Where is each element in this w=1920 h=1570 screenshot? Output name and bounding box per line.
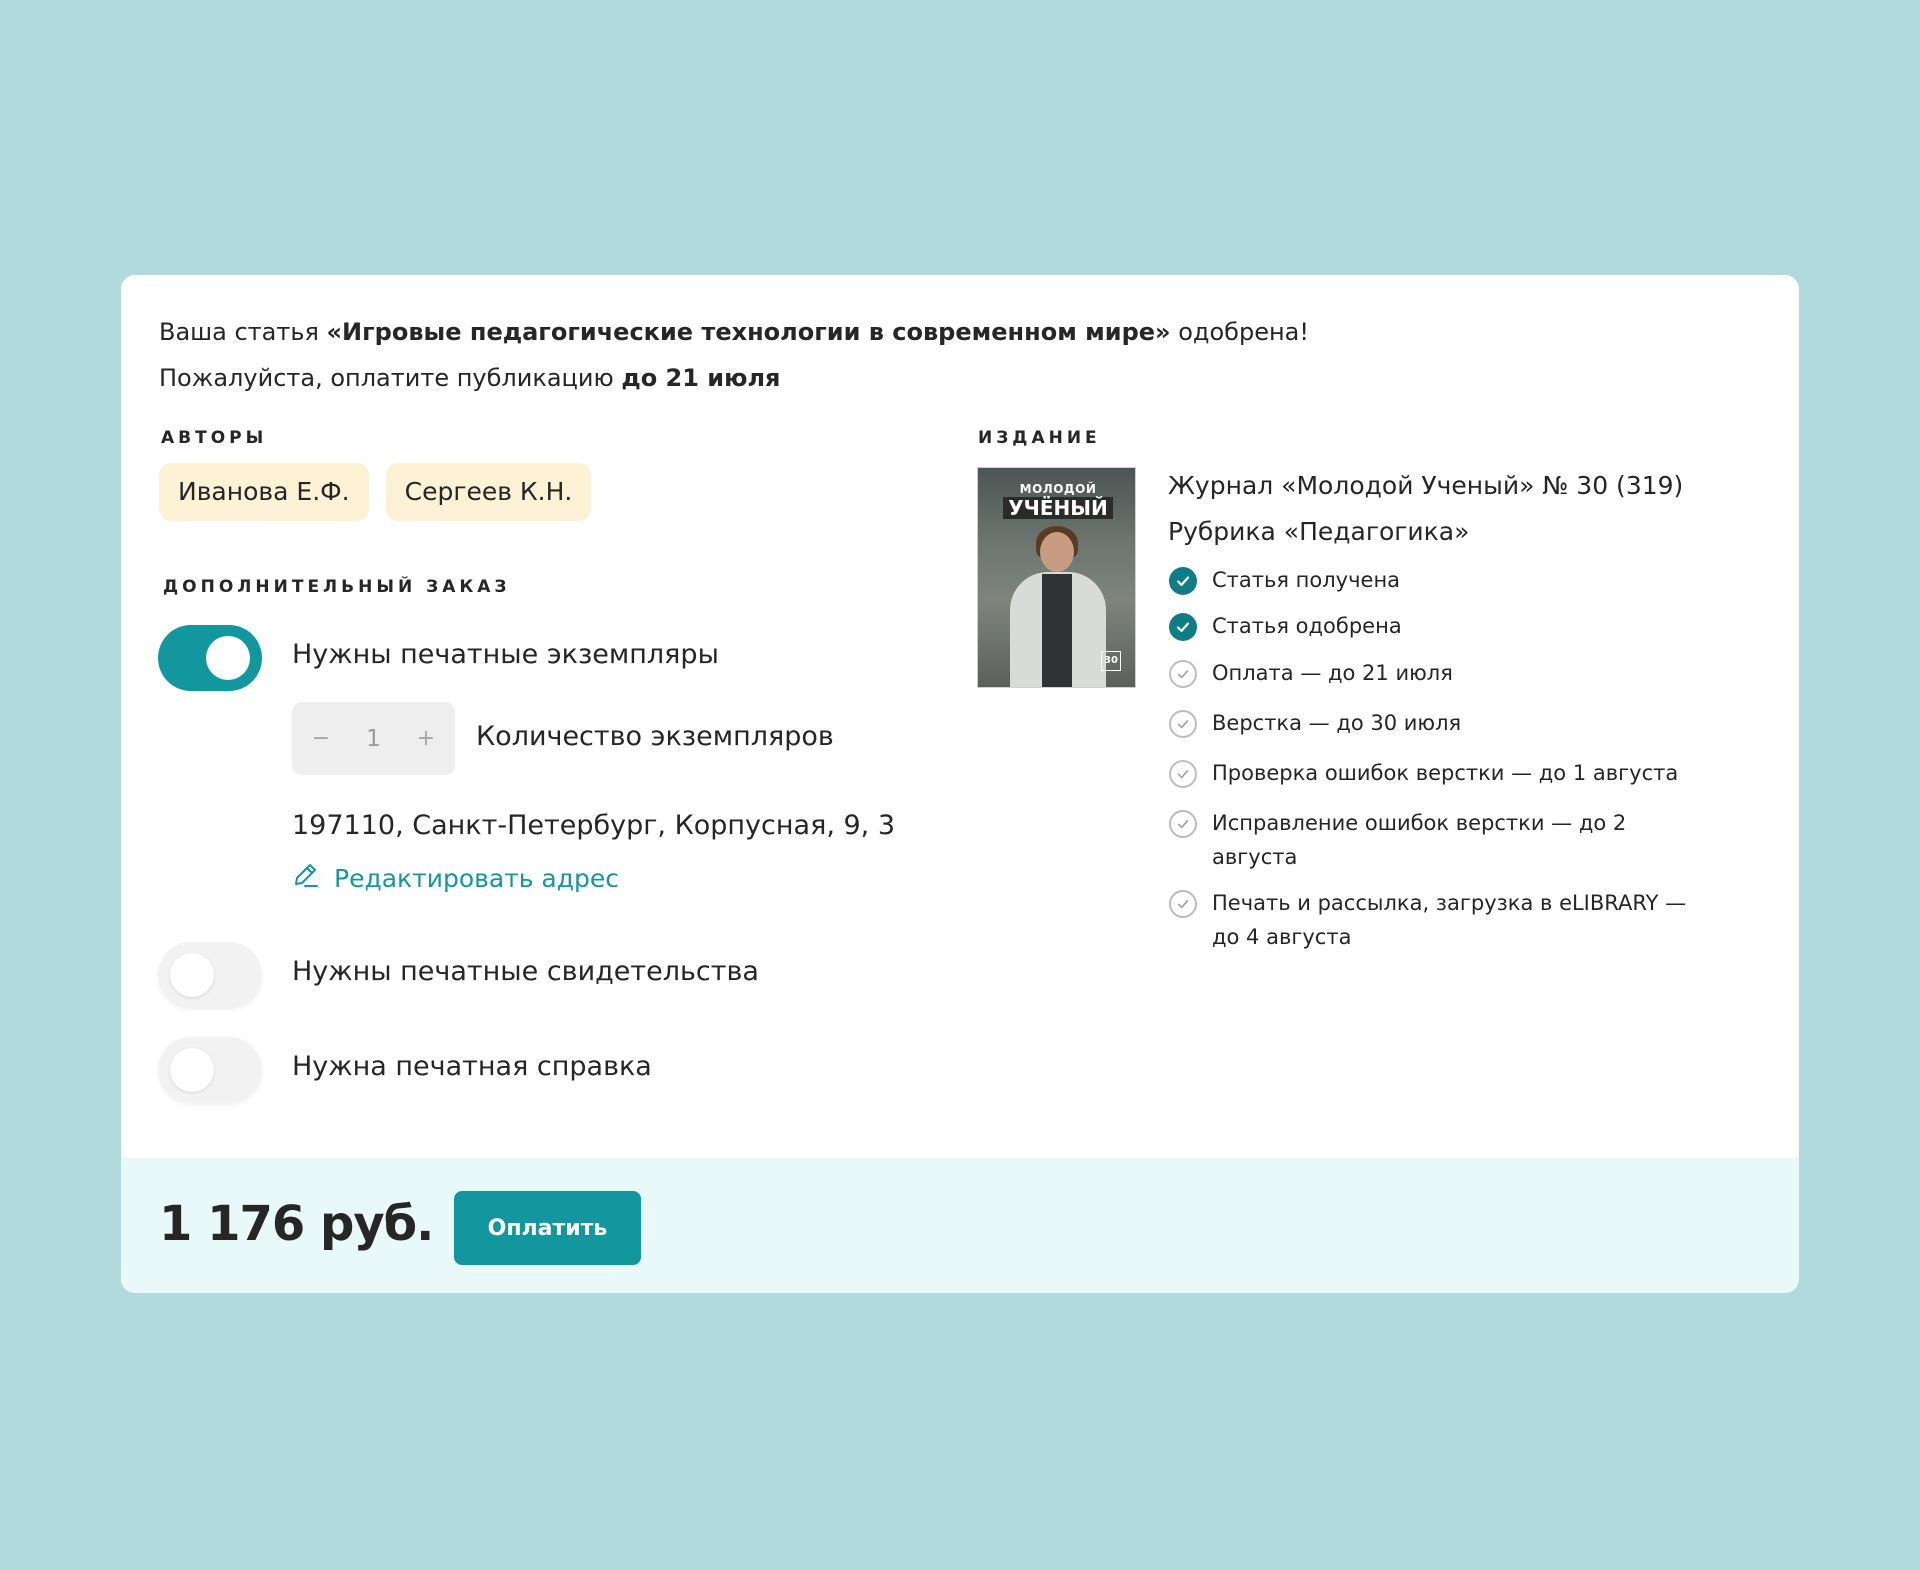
publication-label: ИЗДАНИЕ bbox=[978, 428, 1101, 448]
toggle-knob bbox=[170, 953, 214, 997]
journal-name: Журнал «Молодой Ученый» № 30 (319) bbox=[1168, 471, 1684, 500]
deadline-prefix: Пожалуйста, оплатите публикацию bbox=[159, 364, 622, 392]
approval-prefix: Ваша статья bbox=[159, 318, 327, 346]
status-text: Верстка — до 30 июля bbox=[1212, 711, 1462, 735]
authors-label: АВТОРЫ bbox=[161, 428, 268, 448]
check-done-icon bbox=[1169, 613, 1197, 641]
check-pending-icon bbox=[1169, 710, 1197, 738]
check-pending-icon bbox=[1169, 660, 1197, 688]
status-item: Печать и рассылка, загрузка в eLIBRARY —… bbox=[1169, 886, 1699, 954]
pencil-icon bbox=[292, 861, 320, 895]
print-copies-label: Нужны печатные экземпляры bbox=[292, 639, 719, 670]
authors-list: Иванова Е.Ф. Сергеев К.Н. bbox=[159, 463, 592, 521]
pay-button[interactable]: Оплатить bbox=[454, 1191, 641, 1265]
status-item: Оплата — до 21 июля bbox=[1169, 656, 1699, 690]
payment-footer: 1 176 руб. Оплатить bbox=[121, 1158, 1799, 1293]
toggle-knob bbox=[206, 636, 250, 680]
payment-deadline-line: Пожалуйста, оплатите публикацию до 21 ию… bbox=[159, 355, 1309, 401]
check-pending-icon bbox=[1169, 810, 1197, 838]
quantity-stepper: − 1 + bbox=[292, 702, 455, 775]
edit-address-label: Редактировать адрес bbox=[334, 863, 620, 893]
payment-deadline: до 21 июля bbox=[621, 364, 781, 392]
author-chip: Сергеев К.Н. bbox=[385, 463, 592, 521]
cover-masthead: МОЛОДОЙ УЧЁНЫЙ bbox=[1003, 483, 1113, 519]
approval-line: Ваша статья «Игровые педагогические техн… bbox=[159, 309, 1309, 355]
status-item: Статья получена bbox=[1169, 563, 1699, 597]
check-pending-icon bbox=[1169, 760, 1197, 788]
status-text: Исправление ошибок верстки — до 2 август… bbox=[1212, 811, 1627, 869]
cover-badge: 30 bbox=[1101, 651, 1121, 671]
article-title: «Игровые педагогические технологии в сов… bbox=[326, 318, 1171, 346]
quantity-label: Количество экземпляров bbox=[476, 721, 834, 752]
total-price: 1 176 руб. bbox=[159, 1196, 434, 1252]
print-certificates-toggle[interactable] bbox=[158, 942, 262, 1008]
print-certificates-label: Нужны печатные свидетельства bbox=[292, 956, 759, 987]
status-text: Проверка ошибок верстки — до 1 августа bbox=[1212, 761, 1679, 785]
decrement-button[interactable]: − bbox=[310, 726, 332, 751]
print-reference-label: Нужна печатная справка bbox=[292, 1051, 652, 1082]
print-copies-toggle[interactable] bbox=[158, 625, 262, 691]
quantity-value[interactable]: 1 bbox=[366, 726, 381, 752]
journal-cover-image: МОЛОДОЙ УЧЁНЫЙ 30 bbox=[977, 467, 1136, 688]
status-item: Верстка — до 30 июля bbox=[1169, 706, 1699, 740]
extra-order-label: ДОПОЛНИТЕЛЬНЫЙ ЗАКАЗ bbox=[163, 577, 511, 597]
status-item: Статья одобрена bbox=[1169, 609, 1699, 643]
approval-suffix: одобрена! bbox=[1170, 318, 1309, 346]
status-text: Статья получена bbox=[1212, 568, 1401, 592]
status-text: Статья одобрена bbox=[1212, 614, 1402, 638]
approval-message: Ваша статья «Игровые педагогические техн… bbox=[159, 309, 1309, 401]
payment-card: Ваша статья «Игровые педагогические техн… bbox=[121, 275, 1799, 1293]
author-chip: Иванова Е.Ф. bbox=[159, 463, 369, 521]
toggle-knob bbox=[170, 1048, 214, 1092]
increment-button[interactable]: + bbox=[415, 726, 437, 751]
status-item: Исправление ошибок верстки — до 2 август… bbox=[1169, 806, 1699, 874]
cover-title-line1: МОЛОДОЙ bbox=[1019, 482, 1097, 496]
status-text: Печать и рассылка, загрузка в eLIBRARY —… bbox=[1212, 891, 1687, 949]
delivery-address: 197110, Санкт-Петербург, Корпусная, 9, 3 bbox=[292, 810, 896, 841]
check-pending-icon bbox=[1169, 890, 1197, 918]
journal-rubric: Рубрика «Педагогика» bbox=[1168, 517, 1470, 546]
cover-person-head bbox=[1040, 532, 1074, 572]
edit-address-link[interactable]: Редактировать адрес bbox=[292, 861, 619, 895]
status-item: Проверка ошибок верстки — до 1 августа bbox=[1169, 756, 1699, 790]
print-reference-toggle[interactable] bbox=[158, 1037, 262, 1103]
status-text: Оплата — до 21 июля bbox=[1212, 661, 1453, 685]
cover-person-shirt bbox=[1042, 574, 1072, 687]
cover-title-line2: УЧЁНЫЙ bbox=[1003, 497, 1113, 519]
check-done-icon bbox=[1169, 567, 1197, 595]
